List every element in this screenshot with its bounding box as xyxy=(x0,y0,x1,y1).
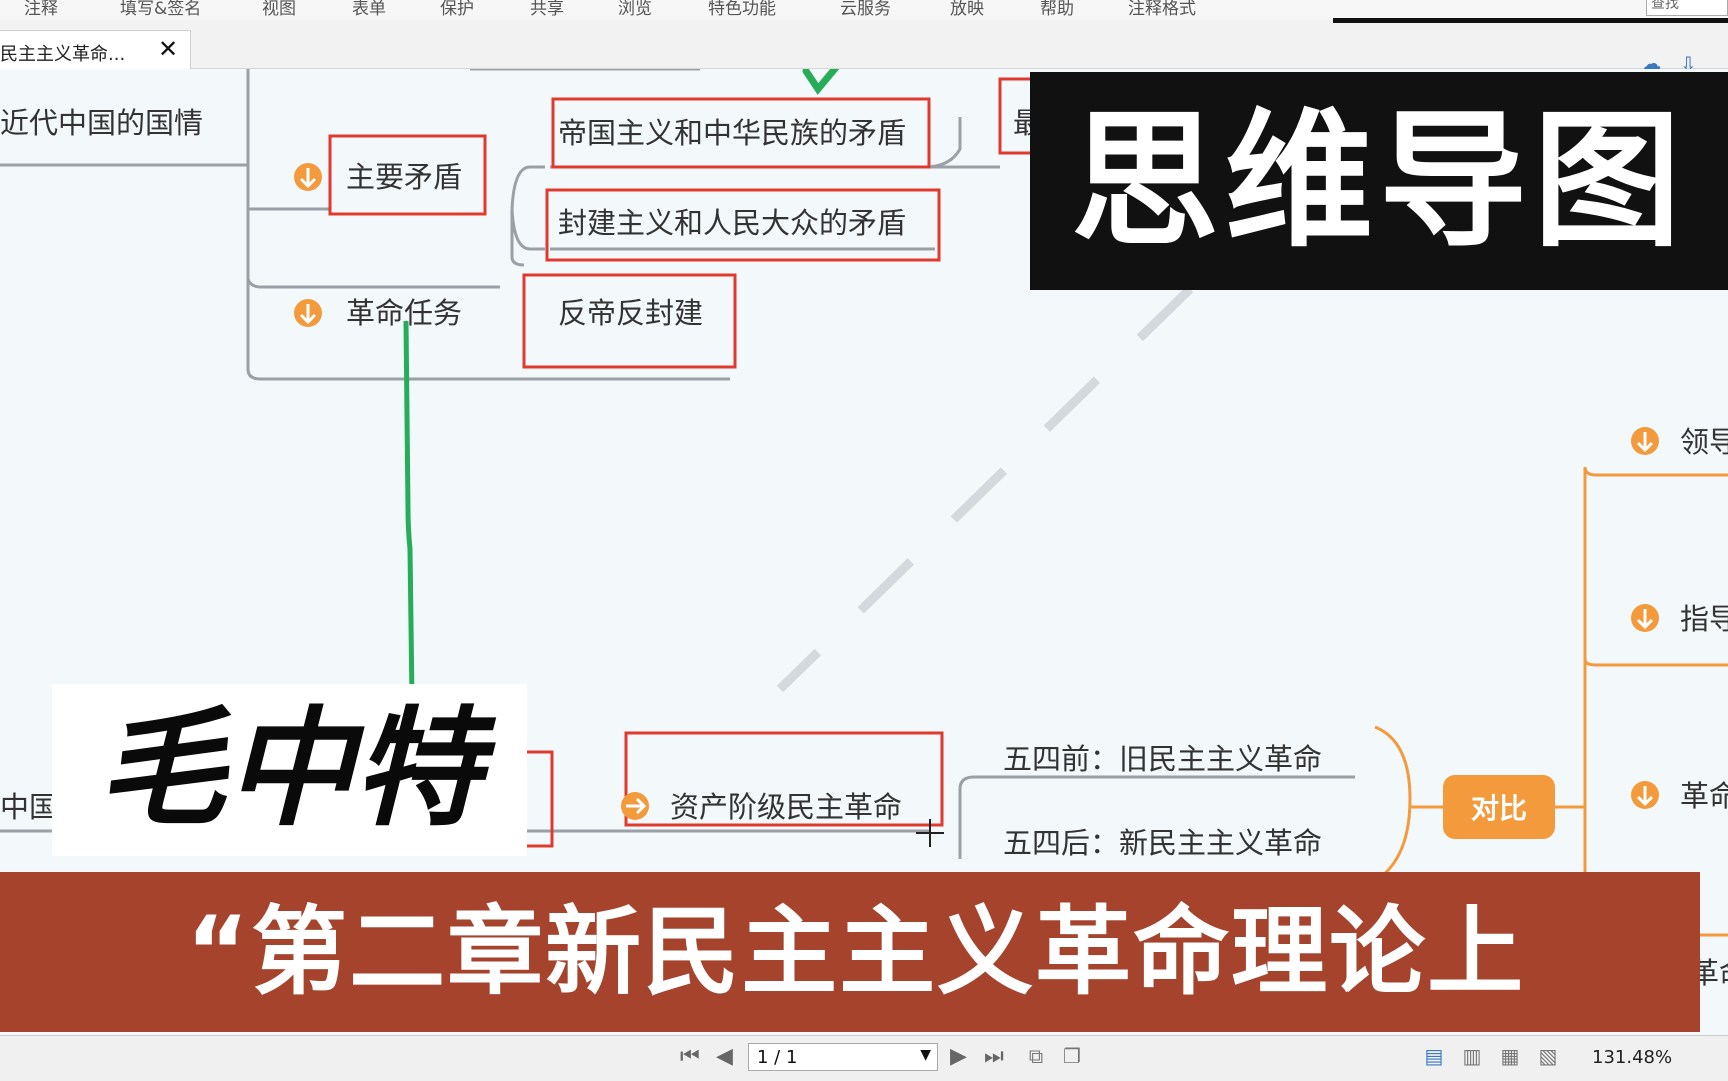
compare-node-label: 对比 xyxy=(1471,792,1527,825)
copy-page-icon[interactable]: ❐ xyxy=(1060,1044,1084,1070)
chapter-title-banner: “第二章新民主主义革命理论上 xyxy=(0,872,1700,1032)
collapse-down-icon[interactable] xyxy=(1631,604,1659,632)
node-lingdao[interactable]: 领导 xyxy=(1680,425,1728,459)
cursor-crosshair-icon xyxy=(916,819,944,847)
chevron-down-icon[interactable]: ▼ xyxy=(920,1047,931,1063)
mindmap-stamp-caption: 思维导图 xyxy=(1030,72,1728,290)
last-page-icon[interactable]: ⏭ xyxy=(984,1044,1004,1069)
collapse-down-icon[interactable] xyxy=(294,163,322,191)
first-page-icon[interactable]: ⏮ xyxy=(680,1044,700,1069)
menu-annotate[interactable]: 注释 xyxy=(24,0,58,19)
course-title-caption: 毛中特 xyxy=(52,684,527,856)
orange-brace xyxy=(1374,725,1412,883)
document-tab[interactable]: 民主主义革命... ✕ xyxy=(0,30,191,69)
close-icon[interactable]: ✕ xyxy=(158,35,178,63)
search-input[interactable]: 查找 xyxy=(1646,0,1728,16)
continuous-view-icon[interactable]: ▥ xyxy=(1460,1044,1484,1070)
collapse-down-icon[interactable] xyxy=(1631,781,1659,809)
node-zichan[interactable]: 资产阶级民主革命 xyxy=(670,790,902,824)
next-page-icon[interactable]: ▶ xyxy=(950,1044,967,1069)
tab-bar: 民主主义革命... ✕ ☁ ⇩ xyxy=(0,20,1728,77)
collapse-down-icon[interactable] xyxy=(1631,427,1659,455)
collapse-down-icon[interactable] xyxy=(294,299,322,327)
scroll-view-icon[interactable]: ▧ xyxy=(1536,1044,1560,1070)
orange-connector xyxy=(1555,466,1728,937)
menu-annotation-format[interactable]: 注释格式 xyxy=(1128,0,1196,19)
node-zhongguo[interactable]: 中国 xyxy=(0,790,58,824)
expand-right-icon[interactable] xyxy=(621,792,649,820)
node-maodun-1[interactable]: 帝国主义和中华民族的矛盾 xyxy=(558,116,906,150)
branch-line xyxy=(246,69,330,323)
menu-features[interactable]: 特色功能 xyxy=(708,0,776,19)
zoom-level[interactable]: 131.48% xyxy=(1592,1047,1672,1068)
check-mark-icon xyxy=(802,69,840,95)
branch-line xyxy=(510,165,545,267)
node-xin-minzhu[interactable]: 五四后：新民主主义革命 xyxy=(1003,826,1322,860)
menu-slideshow[interactable]: 放映 xyxy=(950,0,984,19)
menu-bar: 注释 填写&签名 视图 表单 保护 共享 浏览 特色功能 云服务 放映 帮助 注… xyxy=(0,0,1728,20)
node-fandi[interactable]: 反帝反封建 xyxy=(558,296,703,330)
menu-browse[interactable]: 浏览 xyxy=(618,0,652,19)
black-rule xyxy=(1333,18,1728,23)
menu-fill-sign[interactable]: 填写&签名 xyxy=(120,0,201,19)
page-number-value: 1 / 1 xyxy=(757,1047,798,1068)
menu-protect[interactable]: 保护 xyxy=(440,0,474,19)
node-geming-renwu[interactable]: 革命任务 xyxy=(346,296,462,330)
single-page-view-icon[interactable]: ▤ xyxy=(1422,1044,1446,1070)
diagonal-guide xyxy=(776,285,1194,693)
status-bar: ⏮ ◀ 1 / 1 ▼ ▶ ⏭ ⧉ ❐ ▤ ▥ ▦ ▧ 131.48% xyxy=(0,1035,1728,1081)
branch-line xyxy=(924,117,1000,169)
node-zhuyao-maodun[interactable]: 主要矛盾 xyxy=(346,160,462,194)
menu-cloud[interactable]: 云服务 xyxy=(840,0,891,19)
node-maodun-2[interactable]: 封建主义和人民大众的矛盾 xyxy=(558,206,906,240)
menu-help[interactable]: 帮助 xyxy=(1040,0,1074,19)
page-number-input[interactable]: 1 / 1 ▼ xyxy=(748,1043,938,1071)
node-geming[interactable]: 革命 xyxy=(1680,779,1728,813)
document-tab-title: 民主主义革命... xyxy=(0,44,126,65)
menu-form[interactable]: 表单 xyxy=(352,0,386,19)
branch-line xyxy=(246,278,500,289)
node-jiu-minzhu[interactable]: 五四前：旧民主主义革命 xyxy=(1003,742,1322,776)
node-zhidao[interactable]: 指导 xyxy=(1680,602,1728,636)
two-page-view-icon[interactable]: ▦ xyxy=(1498,1044,1522,1070)
menu-view[interactable]: 视图 xyxy=(262,0,296,19)
node-guoqing[interactable]: 近代中国的国情 xyxy=(0,106,203,140)
export-page-icon[interactable]: ⧉ xyxy=(1024,1044,1048,1070)
prev-page-icon[interactable]: ◀ xyxy=(716,1044,733,1069)
menu-share[interactable]: 共享 xyxy=(530,0,564,19)
